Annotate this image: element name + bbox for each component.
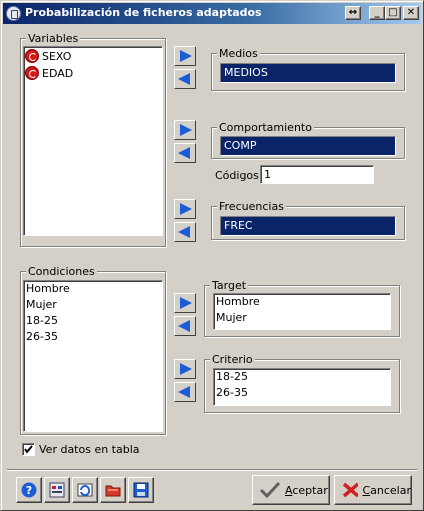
app-icon [6, 6, 21, 21]
arrow-left-icon [178, 73, 190, 85]
medios-legend: Medios [217, 47, 260, 60]
checkmark-icon [259, 481, 281, 499]
condiciones-group: Condiciones Hombre Mujer 18-25 26-35 [20, 265, 166, 435]
accept-label: Aceptar [285, 483, 328, 497]
add-comportamiento-button[interactable] [174, 120, 196, 140]
add-target-button[interactable] [174, 293, 196, 313]
title-bar[interactable]: Probabilización de ficheros adaptados ↔ … [3, 3, 421, 24]
arrow-right-icon [180, 124, 192, 136]
condiciones-legend: Condiciones [26, 265, 97, 278]
criterio-group: Criterio 18-25 26-35 [204, 353, 400, 413]
list-item-label: SEXO [42, 49, 72, 63]
comportamiento-field[interactable]: COMP [220, 136, 396, 156]
dialog-window: Probabilización de ficheros adaptados ↔ … [0, 0, 424, 511]
refresh-button[interactable] [72, 477, 98, 503]
codigos-label: Códigos [215, 169, 259, 182]
help-button[interactable]: ? [16, 477, 42, 503]
medios-field[interactable]: MEDIOS [220, 63, 396, 83]
remove-frecuencias-button[interactable] [174, 222, 196, 242]
arrow-left-icon [178, 147, 190, 159]
target-legend: Target [210, 279, 249, 292]
maximize-button[interactable]: □ [385, 6, 401, 20]
frecuencias-field[interactable]: FREC [220, 216, 396, 236]
window-title: Probabilización de ficheros adaptados [25, 6, 262, 19]
frecuencias-legend: Frecuencias [217, 200, 286, 213]
variables-list[interactable]: SEXO EDAD [23, 46, 163, 236]
list-item[interactable]: Mujer [214, 310, 390, 326]
target-group: Target Hombre Mujer [204, 279, 400, 337]
cancel-label: Cancelar [362, 483, 411, 497]
frecuencias-group: Frecuencias FREC [211, 200, 405, 240]
variables-legend: Variables [26, 32, 81, 45]
settings-icon [49, 482, 65, 498]
remove-criterio-button[interactable] [174, 382, 196, 402]
list-item[interactable]: 26-35 [24, 329, 162, 345]
arrow-left-icon [178, 226, 190, 238]
arrow-left-icon [178, 386, 190, 398]
variables-group: Variables SEXO EDAD [20, 32, 166, 247]
arrow-right-icon [180, 297, 192, 309]
list-item[interactable]: Hombre [214, 294, 390, 310]
folder-button[interactable] [100, 477, 126, 503]
list-item[interactable]: Mujer [24, 297, 162, 313]
ver-datos-label: Ver datos en tabla [39, 443, 140, 456]
remove-comportamiento-button[interactable] [174, 143, 196, 163]
close-button[interactable]: ✕ [403, 6, 419, 20]
settings-button[interactable] [44, 477, 70, 503]
arrow-right-icon [180, 363, 192, 375]
comportamiento-group: Comportamiento COMP [211, 121, 405, 159]
save-icon [133, 482, 149, 498]
codigos-input[interactable]: 1 [260, 165, 374, 184]
condiciones-list[interactable]: Hombre Mujer 18-25 26-35 [23, 280, 163, 432]
cancel-x-icon [342, 482, 359, 498]
help-icon: ? [21, 482, 37, 498]
variable-icon [25, 66, 39, 80]
folder-icon [105, 485, 121, 497]
remove-target-button[interactable] [174, 316, 196, 336]
comportamiento-legend: Comportamiento [217, 121, 314, 134]
list-item[interactable]: EDAD [24, 65, 162, 81]
medios-group: Medios MEDIOS [211, 47, 405, 91]
add-frecuencias-button[interactable] [174, 199, 196, 219]
list-item[interactable]: 18-25 [24, 313, 162, 329]
list-item[interactable]: Hombre [24, 281, 162, 297]
criterio-legend: Criterio [210, 353, 255, 366]
save-button[interactable] [128, 477, 154, 503]
list-item[interactable]: 26-35 [214, 385, 390, 401]
target-list[interactable]: Hombre Mujer [213, 293, 391, 330]
add-criterio-button[interactable] [174, 359, 196, 379]
refresh-icon [77, 483, 93, 497]
arrow-left-icon [178, 320, 190, 332]
ver-datos-checkbox[interactable] [22, 443, 35, 456]
cancel-button[interactable]: Cancelar [334, 475, 412, 505]
remove-medios-button[interactable] [174, 69, 196, 89]
criterio-list[interactable]: 18-25 26-35 [213, 368, 391, 406]
list-item[interactable]: 18-25 [214, 369, 390, 385]
list-item-label: EDAD [42, 66, 74, 80]
add-medios-button[interactable] [174, 46, 196, 66]
checkmark-icon [24, 445, 33, 454]
svg-text:?: ? [26, 484, 32, 497]
list-item[interactable]: SEXO [24, 48, 162, 64]
arrow-right-icon [180, 203, 192, 215]
restore-button[interactable]: ↔ [345, 6, 361, 20]
accept-button[interactable]: Aceptar [252, 475, 330, 505]
separator [7, 469, 417, 471]
variable-icon [25, 49, 39, 63]
arrow-right-icon [180, 50, 192, 62]
minimize-button[interactable]: _ [369, 6, 385, 20]
